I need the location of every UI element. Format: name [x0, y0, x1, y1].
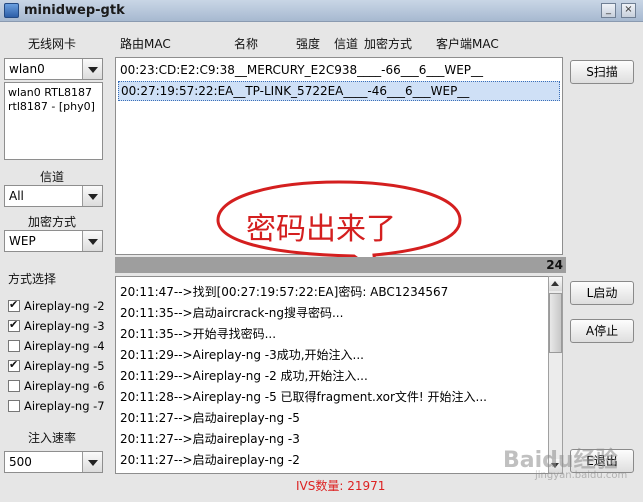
checkbox[interactable] [8, 340, 20, 352]
log-line: 20:11:35-->启动aircrack-ng搜寻密码... [120, 306, 344, 320]
stop-button[interactable]: A停止 [570, 319, 634, 343]
chevron-down-icon[interactable] [82, 59, 102, 79]
checkbox-label: Aireplay-ng -2 [24, 299, 105, 313]
close-button[interactable]: × [621, 3, 636, 18]
progress-count: 24 [546, 258, 563, 272]
rate-value: 500 [9, 455, 32, 469]
channel-label: 信道 [40, 170, 65, 184]
list-item[interactable]: 00:23:CD:E2:C9:38__MERCURY_E2C938____-66… [118, 61, 560, 81]
log-line: 20:11:27-->启动aireplay-ng -3 [120, 432, 300, 446]
column-header-client-mac[interactable]: 客户端MAC [436, 35, 499, 52]
checkbox-label: Aireplay-ng -5 [24, 359, 105, 373]
ivs-count: IVS数量: 21971 [296, 479, 386, 493]
list-item-selected[interactable]: 00:27:19:57:22:EA__TP-LINK_5722EA____-46… [118, 81, 560, 101]
baidu-watermark-url: jingyan.baidu.com [535, 470, 628, 481]
adapter-label: 无线网卡 [28, 37, 77, 51]
checkbox[interactable] [8, 318, 20, 332]
checkbox[interactable] [8, 400, 20, 412]
adapter-info-list[interactable]: wlan0 RTL8187 rtl8187 - [phy0] [4, 82, 103, 160]
checkbox-label: Aireplay-ng -4 [24, 339, 105, 353]
log-line: 20:11:29-->Aireplay-ng -2 成功,开始注入... [120, 369, 368, 383]
window-title: minidwep-gtk [24, 3, 125, 18]
chevron-down-icon[interactable] [82, 186, 102, 206]
log-line: 20:11:28-->Aireplay-ng -5 已取得fragment.xo… [120, 390, 487, 404]
ivs-progress-bar: 24 [115, 257, 566, 273]
column-header-encryption[interactable]: 加密方式 [364, 35, 412, 52]
encryption-label: 加密方式 [28, 215, 77, 229]
checkbox[interactable] [8, 358, 20, 372]
channel-select[interactable]: All [4, 185, 103, 207]
scan-button[interactable]: S扫描 [570, 60, 634, 84]
column-header-strength[interactable]: 强度 [296, 35, 320, 52]
encryption-select[interactable]: WEP [4, 230, 103, 252]
log-output[interactable]: 20:11:47-->找到[00:27:19:57:22:EA]密码: ABC1… [115, 276, 563, 474]
encryption-value: WEP [9, 234, 36, 248]
log-line: 20:11:47-->找到[00:27:19:57:22:EA]密码: ABC1… [120, 285, 449, 299]
rate-label: 注入速率 [28, 431, 77, 445]
title-bar: minidwep-gtk _ × [0, 0, 643, 22]
checkbox[interactable] [8, 380, 20, 392]
column-header-channel[interactable]: 信道 [334, 35, 358, 52]
log-line: 20:11:27-->启动aireplay-ng -2 [120, 453, 300, 467]
log-line: 20:11:35-->开始寻找密码... [120, 327, 277, 341]
log-line: 20:11:27-->启动aireplay-ng -5 [120, 411, 300, 425]
scroll-up-icon[interactable] [549, 277, 562, 291]
start-button[interactable]: L启动 [570, 281, 634, 305]
scroll-thumb[interactable] [549, 293, 562, 353]
checkbox-label: Aireplay-ng -3 [24, 319, 105, 333]
adapter-info-line: wlan0 RTL8187 [8, 86, 92, 99]
chevron-down-icon[interactable] [82, 231, 102, 251]
checkbox-label: Aireplay-ng -6 [24, 379, 105, 393]
checkbox[interactable] [8, 298, 20, 312]
adapter-info-line: rtl8187 - [phy0] [8, 100, 95, 113]
annotation-text: 密码出来了 [246, 212, 396, 247]
channel-value: All [9, 189, 24, 203]
minimize-button[interactable]: _ [601, 3, 616, 18]
rate-select[interactable]: 500 [4, 451, 103, 473]
column-header-name[interactable]: 名称 [234, 35, 258, 52]
method-label: 方式选择 [8, 272, 57, 286]
checkbox-label: Aireplay-ng -7 [24, 399, 105, 413]
log-line: 20:11:29-->Aireplay-ng -3成功,开始注入... [120, 348, 364, 362]
column-header-router-mac[interactable]: 路由MAC [120, 35, 171, 52]
app-icon [4, 3, 19, 18]
adapter-select[interactable]: wlan0 [4, 58, 103, 80]
adapter-value: wlan0 [9, 62, 45, 76]
chevron-down-icon[interactable] [82, 452, 102, 472]
